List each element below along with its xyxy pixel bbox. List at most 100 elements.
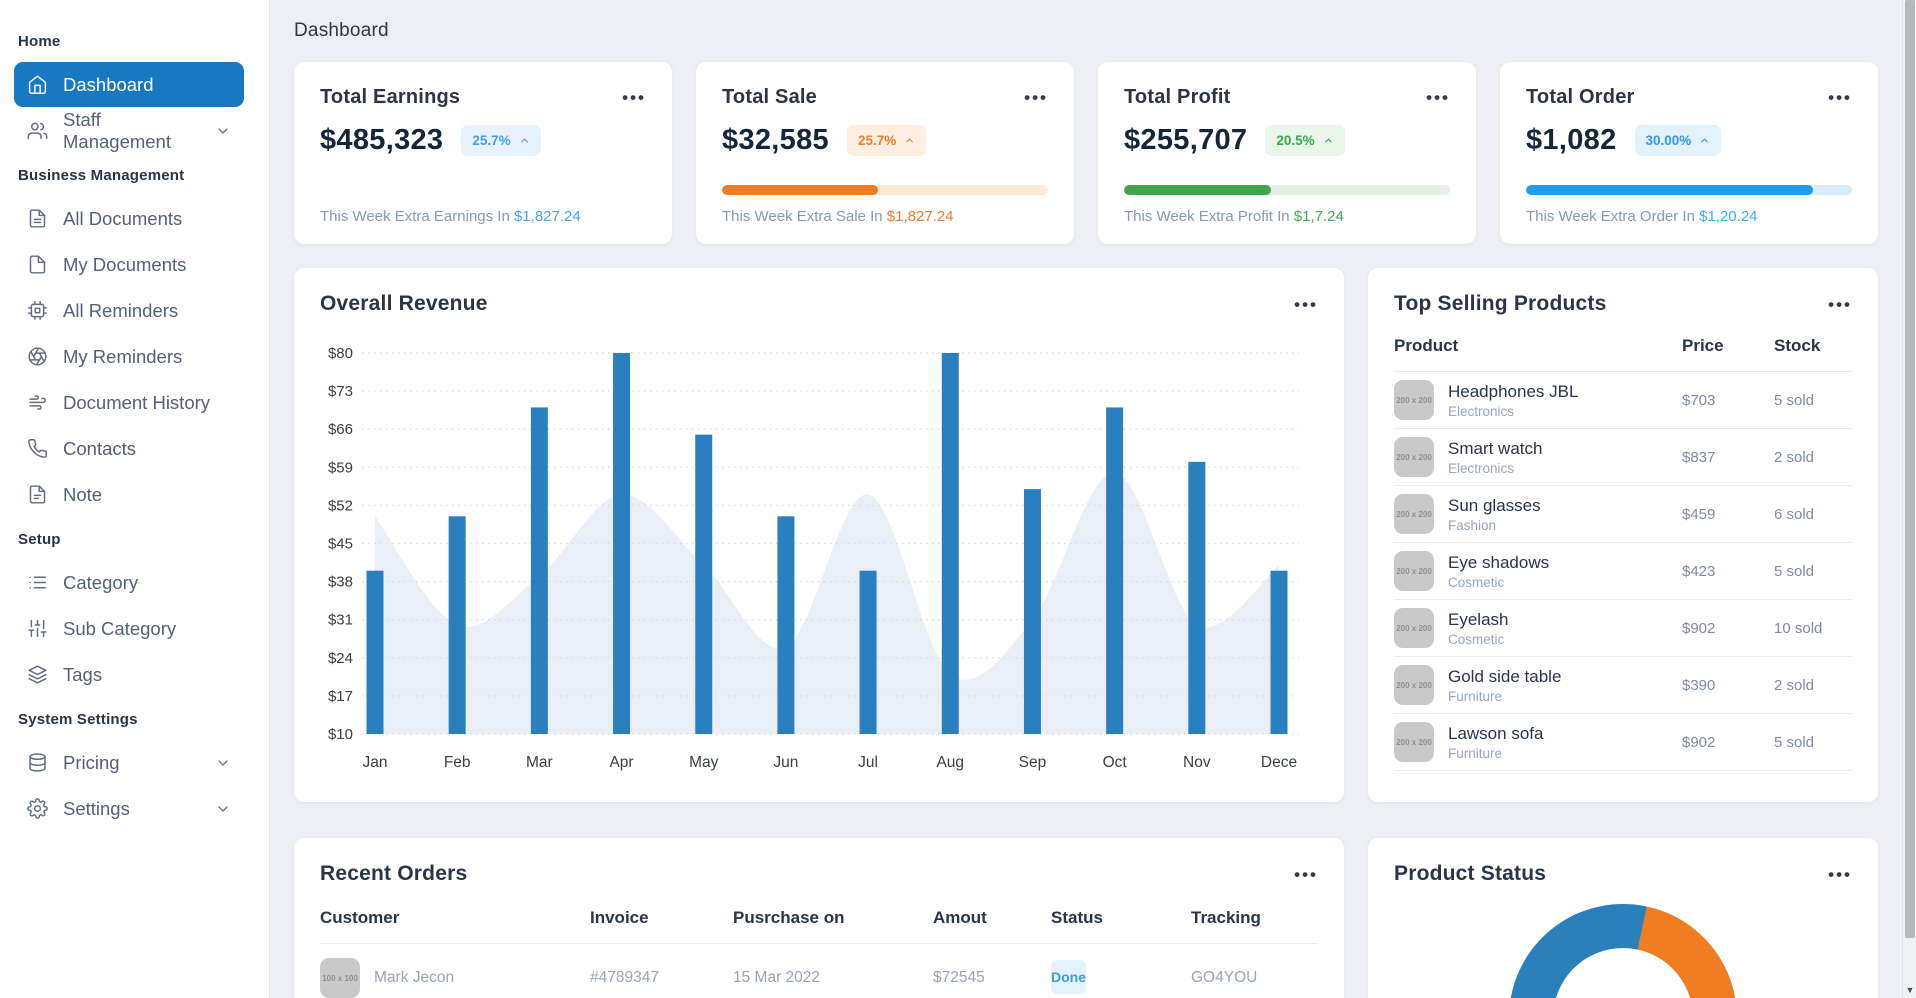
sidebar-item-sub-category[interactable]: Sub Category xyxy=(14,606,244,651)
sidebar-item-my-documents[interactable]: My Documents xyxy=(14,242,244,287)
product-name: Gold side table xyxy=(1448,666,1562,686)
order-invoice: #4789347 xyxy=(590,969,659,986)
orders-column-pusrchase-on: Pusrchase on xyxy=(733,908,845,927)
home-icon xyxy=(27,74,48,95)
trend-badge: 30.00% xyxy=(1634,125,1722,156)
more-menu-icon[interactable]: ••• xyxy=(1294,866,1318,883)
stat-card-note: This Week Extra Order In $1,20.24 xyxy=(1526,208,1852,225)
more-menu-icon[interactable]: ••• xyxy=(1024,89,1048,106)
sidebar-item-my-reminders[interactable]: My Reminders xyxy=(14,334,244,379)
chevron-down-icon xyxy=(215,755,231,771)
sidebar-item-tags[interactable]: Tags xyxy=(14,652,244,697)
sidebar-item-label: Document History xyxy=(63,391,211,413)
list-icon xyxy=(27,572,48,593)
sidebar-item-note[interactable]: Note xyxy=(14,472,244,517)
product-stock: 10 sold xyxy=(1774,619,1823,637)
file-icon xyxy=(27,254,48,275)
sidebar-item-label: All Documents xyxy=(63,207,183,229)
svg-text:$52: $52 xyxy=(328,497,353,514)
trend-badge-value: 25.7% xyxy=(472,133,511,148)
stat-card-title: Total Order xyxy=(1526,86,1635,108)
history-lines-icon xyxy=(27,392,48,413)
product-category: Cosmetic xyxy=(1448,631,1505,647)
sidebar-item-label: Sub Category xyxy=(63,617,177,639)
sidebar-item-label: Settings xyxy=(63,797,130,819)
sidebar-item-label: Category xyxy=(63,571,139,593)
chevron-down-icon xyxy=(215,801,231,817)
product-price: $423 xyxy=(1682,562,1716,580)
orders-column-amout: Amout xyxy=(933,908,987,927)
svg-text:Nov: Nov xyxy=(1183,754,1211,771)
app-root: Home Dashboard Staff Management Business Ma… xyxy=(0,0,1916,998)
product-thumbnail: 200 x 200 xyxy=(1394,494,1434,534)
products-table-header: Product Price Stock xyxy=(1394,316,1852,372)
product-price: $703 xyxy=(1682,391,1716,409)
sidebar-nav: Home Dashboard Staff Management Business Ma… xyxy=(0,20,269,831)
more-menu-icon[interactable]: ••• xyxy=(1828,866,1852,883)
orders-column-customer: Customer xyxy=(320,908,400,927)
note-amount: $1,827.24 xyxy=(886,208,954,225)
sidebar-item-label: Note xyxy=(63,483,103,505)
stat-card-title: Total Profit xyxy=(1124,86,1231,108)
scrollbar-thumb[interactable] xyxy=(1905,0,1915,938)
product-price: $902 xyxy=(1682,619,1716,637)
sidebar-item-settings[interactable]: Settings xyxy=(14,786,244,831)
stat-progress-bar xyxy=(722,185,1048,195)
products-column-price: Price xyxy=(1682,336,1724,355)
sidebar-item-label: All Reminders xyxy=(63,299,179,321)
product-name: Lawson sofa xyxy=(1448,723,1544,743)
product-name: Eye shadows xyxy=(1448,552,1550,572)
svg-text:$80: $80 xyxy=(328,345,353,362)
product-price: $459 xyxy=(1682,505,1716,523)
sidebar-item-dashboard[interactable]: Dashboard xyxy=(14,62,244,107)
more-menu-icon[interactable]: ••• xyxy=(1828,296,1852,313)
stat-card-note: This Week Extra Earnings In $1,827.24 xyxy=(320,208,646,225)
cpu-icon xyxy=(27,300,48,321)
sidebar-item-all-documents[interactable]: All Documents xyxy=(14,196,244,241)
more-menu-icon[interactable]: ••• xyxy=(622,89,646,106)
svg-text:Jun: Jun xyxy=(773,754,798,771)
overall-revenue-panel: Overall Revenue ••• $80 $73 $66 $59 $52 $45 $3… xyxy=(294,268,1344,802)
svg-text:$38: $38 xyxy=(328,574,353,591)
product-status-title: Product Status xyxy=(1394,862,1547,885)
product-price: $902 xyxy=(1682,733,1716,751)
sidebar-item-all-reminders[interactable]: All Reminders xyxy=(14,288,244,333)
trend-badge: 20.5% xyxy=(1265,125,1345,156)
sidebar-item-category[interactable]: Category xyxy=(14,560,244,605)
more-menu-icon[interactable]: ••• xyxy=(1828,89,1852,106)
product-stock: 5 sold xyxy=(1774,391,1815,409)
customer-avatar: 100 x 100 xyxy=(320,958,360,998)
product-status-donut-chart xyxy=(1509,904,1737,998)
svg-text:Apr: Apr xyxy=(609,754,633,771)
order-status-badge: Done xyxy=(1051,960,1086,994)
stat-card-note: This Week Extra Sale In $1,827.24 xyxy=(722,208,1048,225)
order-purchase-date: 15 Mar 2022 xyxy=(733,969,821,986)
sidebar-item-label: My Documents xyxy=(63,253,187,275)
sidebar-section-label-home: Home xyxy=(18,32,61,50)
product-stock: 5 sold xyxy=(1774,733,1815,751)
more-menu-icon[interactable]: ••• xyxy=(1294,296,1318,313)
product-category: Electronics xyxy=(1448,460,1515,476)
layers-icon xyxy=(27,664,48,685)
stat-card-value: $1,082 xyxy=(1526,124,1617,156)
product-thumbnail: 200 x 200 xyxy=(1394,722,1434,762)
sidebar-item-contacts[interactable]: Contacts xyxy=(14,426,244,471)
database-icon xyxy=(27,752,48,773)
sidebar-item-pricing[interactable]: Pricing xyxy=(14,740,244,785)
product-thumbnail: 200 x 200 xyxy=(1394,608,1434,648)
chevron-down-icon xyxy=(215,123,231,139)
product-row-headphones-jbl: 200 x 200 Headphones JBL Electronics $70… xyxy=(1394,372,1852,429)
top-products-title: Top Selling Products xyxy=(1394,292,1607,315)
product-row-sun-glasses: 200 x 200 Sun glasses Fashion $459 6 sol… xyxy=(1394,486,1852,543)
sidebar-item-staff-management[interactable]: Staff Management xyxy=(14,108,244,153)
phone-icon xyxy=(27,438,48,459)
sidebar-item-document-history[interactable]: Document History xyxy=(14,380,244,425)
sidebar-section-label-setup: Setup xyxy=(18,530,61,548)
stat-card-note: This Week Extra Profit In $1,7.24 xyxy=(1124,208,1450,225)
stat-cards-row: Total Earnings ••• $485,323 25.7% This W… xyxy=(294,62,1878,244)
vertical-scrollbar[interactable]: ▼ xyxy=(1902,0,1916,998)
stat-progress-fill xyxy=(722,185,879,195)
svg-text:Jan: Jan xyxy=(363,754,388,771)
scroll-down-arrow-icon[interactable]: ▼ xyxy=(1903,986,1916,995)
more-menu-icon[interactable]: ••• xyxy=(1426,89,1450,106)
